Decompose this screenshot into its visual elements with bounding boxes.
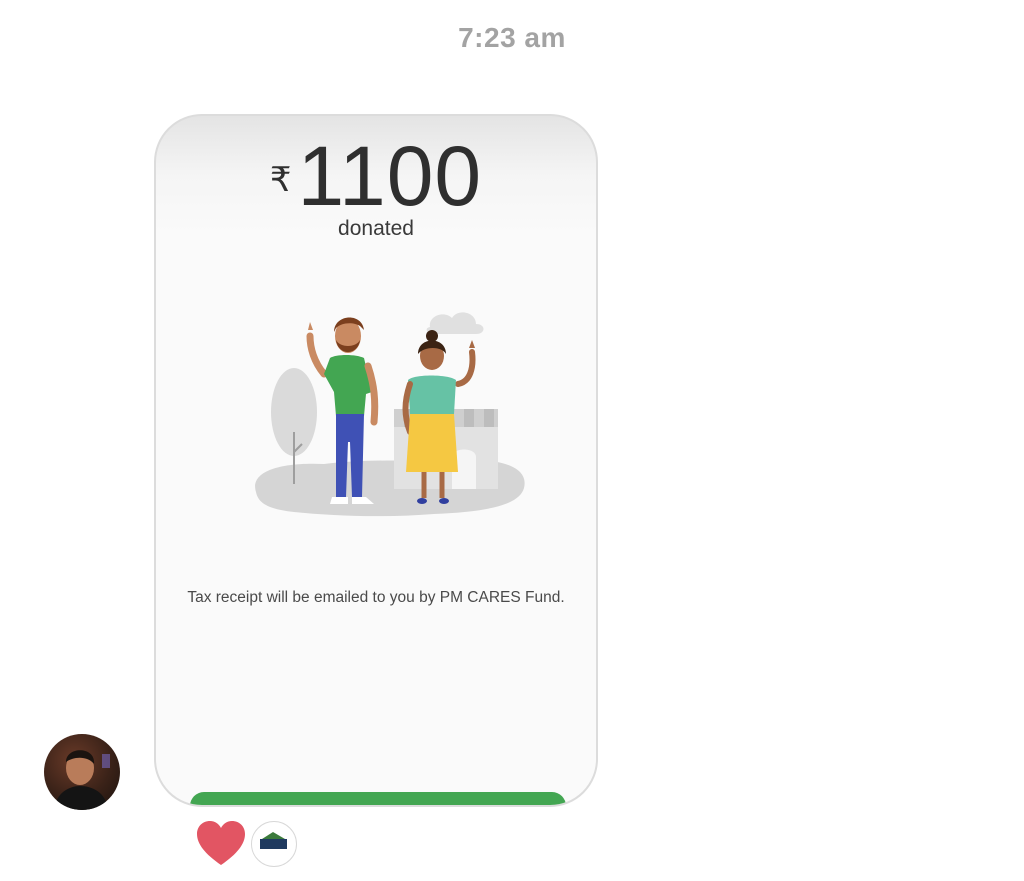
heart-icon bbox=[197, 821, 245, 865]
sender-avatar[interactable] bbox=[44, 734, 120, 810]
donation-amount-row: ₹1100 bbox=[156, 128, 596, 225]
donation-illustration bbox=[255, 312, 525, 517]
reactor-avatar[interactable] bbox=[251, 821, 297, 867]
donation-message-card[interactable]: ₹1100 donated Tax receipt will be emaile… bbox=[154, 114, 598, 807]
sender-avatar-icon bbox=[54, 750, 110, 810]
tax-receipt-note: Tax receipt will be emailed to you by PM… bbox=[187, 589, 565, 606]
message-timestamp: 7:23 am bbox=[458, 22, 566, 53]
currency-symbol: ₹ bbox=[269, 160, 292, 200]
donation-caption: donated bbox=[338, 217, 414, 240]
donation-amount: 1100 bbox=[297, 129, 483, 223]
heart-reaction-icon[interactable] bbox=[195, 818, 247, 870]
card-action-bar[interactable] bbox=[190, 792, 566, 805]
reactor-logo-icon bbox=[260, 832, 287, 849]
